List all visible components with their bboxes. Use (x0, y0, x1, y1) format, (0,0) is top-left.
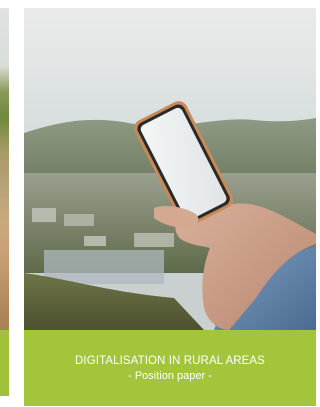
cover-photo (24, 8, 316, 330)
publication-card-previous[interactable] (0, 8, 9, 396)
publication-carousel: DIGITALISATION IN RURAL AREAS - Position… (0, 0, 316, 407)
rural-landscape-photo (0, 8, 9, 330)
publication-subtitle: - Position paper - (128, 370, 212, 382)
card-band (0, 330, 9, 396)
smartphone-in-hand-photo (24, 8, 316, 330)
publication-card[interactable]: DIGITALISATION IN RURAL AREAS - Position… (24, 8, 316, 406)
card-caption: DIGITALISATION IN RURAL AREAS - Position… (24, 330, 316, 406)
publication-title: DIGITALISATION IN RURAL AREAS (75, 355, 265, 367)
